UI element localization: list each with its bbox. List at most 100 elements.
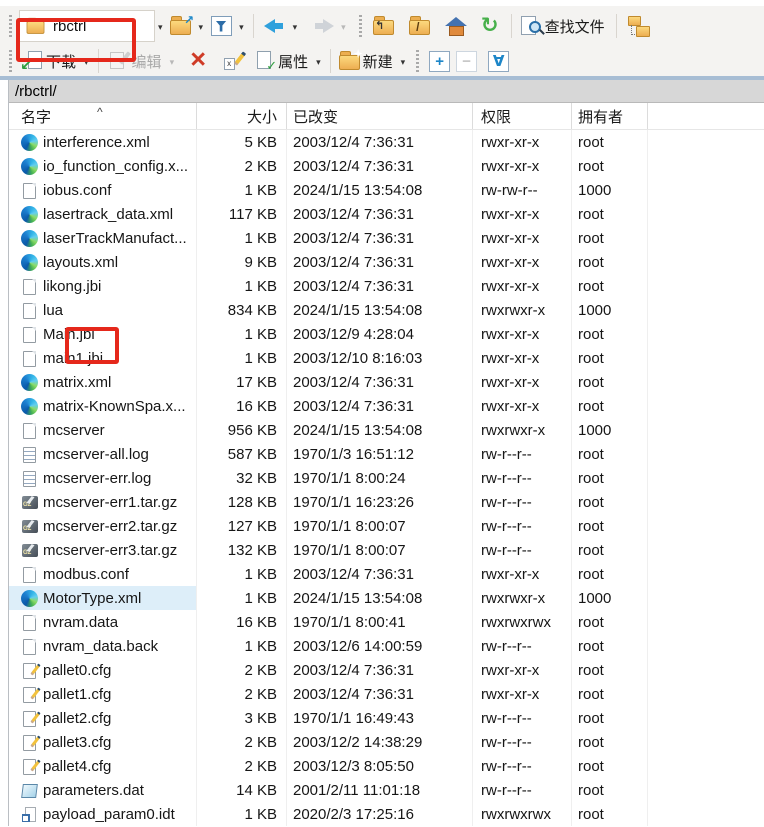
file-row[interactable]: mcserver 956 KB 2024/1/15 13:54:08 rwxrw… — [9, 418, 764, 442]
file-name: mcserver-err3.tar.gz — [43, 542, 177, 559]
file-owner: root — [572, 226, 648, 250]
column-header-permissions[interactable]: 权限 — [473, 103, 572, 129]
synchronize-browsing-button[interactable] — [623, 13, 653, 39]
file-size: 1 KB — [197, 226, 287, 250]
file-size: 587 KB — [197, 442, 287, 466]
file-name-cell: parameters.dat — [9, 778, 197, 802]
doc-file-icon — [21, 422, 38, 439]
download-chevron-icon[interactable] — [84, 52, 89, 70]
unselect-button: − — [456, 51, 477, 72]
file-row[interactable]: MotorType.xml 1 KB 2024/1/15 13:54:08 rw… — [9, 586, 764, 610]
file-row[interactable]: nvram_data.back 1 KB 2003/12/6 14:00:59 … — [9, 634, 764, 658]
file-row[interactable]: main1.jbi 1 KB 2003/12/10 8:16:03 rwxr-x… — [9, 346, 764, 370]
file-row-filler — [648, 466, 764, 490]
file-name: main1.jbi — [43, 350, 103, 367]
location-combo[interactable]: rbctrl — [19, 10, 155, 42]
file-list: interference.xml 5 KB 2003/12/4 7:36:31 … — [9, 130, 764, 826]
back-history-chevron-icon[interactable] — [293, 17, 298, 35]
column-header-changed[interactable]: 已改变 — [287, 103, 473, 129]
file-changed: 2003/12/4 7:36:31 — [287, 658, 473, 682]
file-name: MotorType.xml — [43, 590, 141, 607]
file-name-cell: mcserver — [9, 418, 197, 442]
rename-button[interactable] — [219, 48, 249, 74]
file-row[interactable]: mcserver-err3.tar.gz 132 KB 1970/1/1 8:0… — [9, 538, 764, 562]
toolbar-grip[interactable] — [416, 50, 420, 72]
file-row[interactable]: pallet4.cfg 2 KB 2003/12/3 8:05:50 rw-r-… — [9, 754, 764, 778]
file-row[interactable]: modbus.conf 1 KB 2003/12/4 7:36:31 rwxr-… — [9, 562, 764, 586]
file-row[interactable]: laserTrackManufact... 1 KB 2003/12/4 7:3… — [9, 226, 764, 250]
file-row[interactable]: matrix-KnownSpa.x... 16 KB 2003/12/4 7:3… — [9, 394, 764, 418]
new-chevron-icon[interactable] — [401, 52, 406, 70]
properties-button[interactable]: 属性 — [253, 48, 313, 74]
open-directory-button[interactable]: ↗ — [166, 13, 196, 39]
file-changed: 2024/1/15 13:54:08 — [287, 178, 473, 202]
file-changed: 2003/12/4 7:36:31 — [287, 202, 473, 226]
new-button[interactable]: 新建 — [337, 48, 398, 74]
refresh-button[interactable] — [475, 13, 505, 39]
forward-button[interactable] — [308, 13, 338, 39]
open-directory-chevron-icon[interactable] — [199, 17, 204, 35]
file-row[interactable]: parameters.dat 14 KB 2001/2/11 11:01:18 … — [9, 778, 764, 802]
select-button[interactable]: + — [429, 51, 450, 72]
file-row[interactable]: Main.jbi 1 KB 2003/12/9 4:28:04 rwxr-xr-… — [9, 322, 764, 346]
file-row[interactable]: io_function_config.x... 2 KB 2003/12/4 7… — [9, 154, 764, 178]
file-row[interactable]: pallet1.cfg 2 KB 2003/12/4 7:36:31 rwxr-… — [9, 682, 764, 706]
file-permissions: rwxrwxr-x — [473, 418, 572, 442]
file-row[interactable]: likong.jbi 1 KB 2003/12/4 7:36:31 rwxr-x… — [9, 274, 764, 298]
file-permissions: rwxr-xr-x — [473, 370, 572, 394]
root-directory-button[interactable]: / — [405, 13, 435, 39]
current-path: /rbctrl/ — [15, 83, 57, 100]
root-directory-icon: / — [409, 20, 430, 35]
gz-file-icon — [21, 494, 38, 511]
file-permissions: rwxr-xr-x — [473, 658, 572, 682]
file-row[interactable]: interference.xml 5 KB 2003/12/4 7:36:31 … — [9, 130, 764, 154]
invert-selection-button[interactable]: ∀ — [488, 51, 509, 72]
file-size: 16 KB — [197, 610, 287, 634]
file-row[interactable]: layouts.xml 9 KB 2003/12/4 7:36:31 rwxr-… — [9, 250, 764, 274]
filter-chevron-icon[interactable] — [239, 17, 244, 35]
file-row[interactable]: mcserver-err.log 32 KB 1970/1/1 8:00:24 … — [9, 466, 764, 490]
file-row[interactable]: matrix.xml 17 KB 2003/12/4 7:36:31 rwxr-… — [9, 370, 764, 394]
file-size: 1 KB — [197, 586, 287, 610]
back-button[interactable] — [260, 13, 290, 39]
download-button[interactable]: 下载 — [19, 48, 81, 74]
file-row[interactable]: lua 834 KB 2024/1/15 13:54:08 rwxrwxr-x … — [9, 298, 764, 322]
gz-file-icon — [21, 542, 38, 559]
file-row-filler — [648, 154, 764, 178]
file-name-cell: io_function_config.x... — [9, 154, 197, 178]
column-header-name[interactable]: 名字 ^ — [9, 103, 197, 129]
file-name-cell: mcserver-err2.tar.gz — [9, 514, 197, 538]
toolbar-grip[interactable] — [9, 15, 13, 37]
file-size: 16 KB — [197, 394, 287, 418]
filter-button[interactable] — [206, 13, 236, 39]
parent-directory-button[interactable]: ↰ — [369, 13, 399, 39]
remote-file-panel: rbctrl ↗ ↰ / — [0, 6, 764, 827]
file-row[interactable]: pallet2.cfg 3 KB 1970/1/1 16:49:43 rw-r-… — [9, 706, 764, 730]
magnifier-icon — [529, 21, 541, 33]
find-files-button[interactable]: 查找文件 — [518, 13, 610, 39]
file-name: layouts.xml — [43, 254, 118, 271]
properties-chevron-icon[interactable] — [316, 52, 321, 70]
home-directory-button[interactable] — [441, 13, 471, 39]
file-row[interactable]: pallet0.cfg 2 KB 2003/12/4 7:36:31 rwxr-… — [9, 658, 764, 682]
column-header-size[interactable]: 大小 — [197, 103, 287, 129]
file-row[interactable]: pallet3.cfg 2 KB 2003/12/2 14:38:29 rw-r… — [9, 730, 764, 754]
file-row[interactable]: payload_param0.idt 1 KB 2020/2/3 17:25:1… — [9, 802, 764, 826]
file-changed: 2003/12/4 7:36:31 — [287, 154, 473, 178]
location-dropdown-chevron-icon[interactable] — [158, 17, 163, 35]
path-bar[interactable]: /rbctrl/ — [9, 80, 764, 103]
delete-button[interactable] — [183, 48, 213, 74]
file-row[interactable]: mcserver-err2.tar.gz 127 KB 1970/1/1 8:0… — [9, 514, 764, 538]
toolbar-grip[interactable] — [9, 50, 13, 72]
file-row[interactable]: lasertrack_data.xml 117 KB 2003/12/4 7:3… — [9, 202, 764, 226]
file-row[interactable]: mcserver-all.log 587 KB 1970/1/3 16:51:1… — [9, 442, 764, 466]
file-changed: 2024/1/15 13:54:08 — [287, 418, 473, 442]
file-permissions: rw-rw-r-- — [473, 178, 572, 202]
toolbar-grip[interactable] — [359, 15, 363, 37]
column-header-owner[interactable]: 拥有者 — [572, 103, 648, 129]
file-name: pallet2.cfg — [43, 710, 111, 727]
file-row[interactable]: mcserver-err1.tar.gz 128 KB 1970/1/1 16:… — [9, 490, 764, 514]
file-owner: root — [572, 778, 648, 802]
file-row[interactable]: iobus.conf 1 KB 2024/1/15 13:54:08 rw-rw… — [9, 178, 764, 202]
file-row[interactable]: nvram.data 16 KB 1970/1/1 8:00:41 rwxrwx… — [9, 610, 764, 634]
